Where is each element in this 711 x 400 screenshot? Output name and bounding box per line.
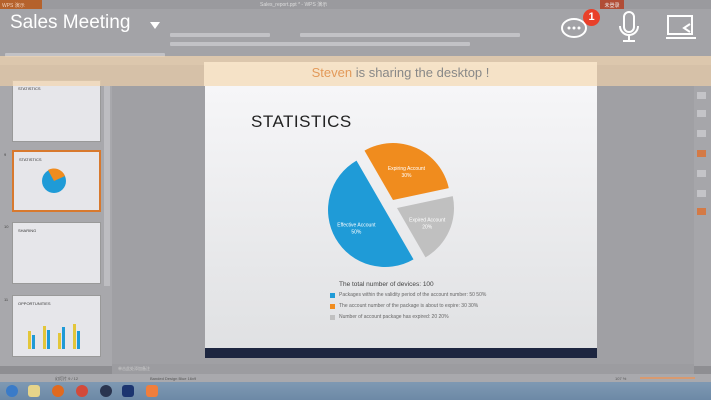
start-button-icon[interactable] <box>6 385 18 397</box>
share-screen-icon[interactable] <box>664 10 698 42</box>
document-title: Sales_report.ppt * - WPS 演示 <box>260 2 328 8</box>
slice-percent-label: 20% <box>422 224 433 230</box>
slide-title: STATISTICS <box>251 112 352 131</box>
slide-thumbnail[interactable]: SHARING <box>12 222 101 284</box>
file-explorer-icon[interactable] <box>28 385 40 397</box>
pane-icon[interactable] <box>697 208 706 215</box>
browser-icon[interactable] <box>52 385 64 397</box>
slide-thumbnail-selected[interactable]: STATISTICS <box>12 150 101 212</box>
chat-unread-badge: 1 <box>583 9 600 26</box>
sharing-notice: Steven is sharing the desktop ! <box>204 62 597 86</box>
thumbnail-title: STATISTICS <box>19 157 42 162</box>
theme-name: Banded Design Blue 16x9 <box>150 376 197 381</box>
right-task-pane <box>694 86 711 366</box>
thumbnail-title: OPPORTUNITIES <box>18 301 51 306</box>
login-button[interactable]: 未登录 <box>600 0 624 9</box>
pane-icon[interactable] <box>697 130 706 137</box>
sharer-name: Steven <box>311 65 353 80</box>
zoom-slider[interactable] <box>640 377 695 379</box>
legend-item: Packages within the validity period of t… <box>330 292 486 298</box>
thumbnail-scrollbar[interactable] <box>104 86 110 286</box>
pane-icon[interactable] <box>697 92 706 99</box>
wps-app-menu[interactable]: WPS 演示 <box>0 0 42 9</box>
thumbnail-title: STATISTICS <box>18 86 41 91</box>
slide-thumbnail[interactable]: OPPORTUNITIES <box>12 295 101 357</box>
pane-icon[interactable] <box>697 190 706 197</box>
slice-percent-label: 50% <box>351 230 362 236</box>
slide-number: 9 <box>4 152 7 157</box>
notes-input[interactable]: 单击此处添加备注 <box>112 364 694 374</box>
app-icon[interactable] <box>100 385 112 397</box>
legend-item: The account number of the package is abo… <box>330 303 478 309</box>
microphone-icon[interactable] <box>616 10 642 44</box>
pane-icon[interactable] <box>697 110 706 117</box>
status-bar: 幻灯片 9 / 12 Banded Design Blue 16x9 107 % <box>0 374 711 382</box>
slide-number: 11 <box>4 297 9 302</box>
pane-icon[interactable] <box>697 150 706 157</box>
slide-footer-band <box>205 348 597 358</box>
sharing-text: is sharing the desktop ! <box>352 65 490 80</box>
chrome-icon[interactable] <box>76 385 88 397</box>
legend-item: Number of account package has expired: 2… <box>330 314 449 320</box>
slide-number: 10 <box>4 224 9 229</box>
slice-name-label: Effective Account <box>337 223 376 229</box>
zoom-level: 107 % <box>615 376 627 381</box>
slice-percent-label: 30% <box>401 173 412 179</box>
slice-name-label: Expired Account <box>409 217 446 223</box>
slice-name-label: Expiring Account <box>388 166 426 172</box>
wps-presentation-icon[interactable] <box>146 385 158 397</box>
meeting-title[interactable]: Sales Meeting <box>10 12 130 34</box>
total-devices-text: The total number of devices: 100 <box>339 281 434 288</box>
photoshop-icon[interactable] <box>122 385 134 397</box>
slide-thumbnail[interactable]: STATISTICS <box>12 80 101 142</box>
pane-icon[interactable] <box>697 170 706 177</box>
chevron-down-icon[interactable] <box>150 22 160 29</box>
thumbnail-title: SHARING <box>18 228 37 233</box>
pie-chart: Expiring Account30% Expired Account20% Eff… <box>328 143 454 267</box>
